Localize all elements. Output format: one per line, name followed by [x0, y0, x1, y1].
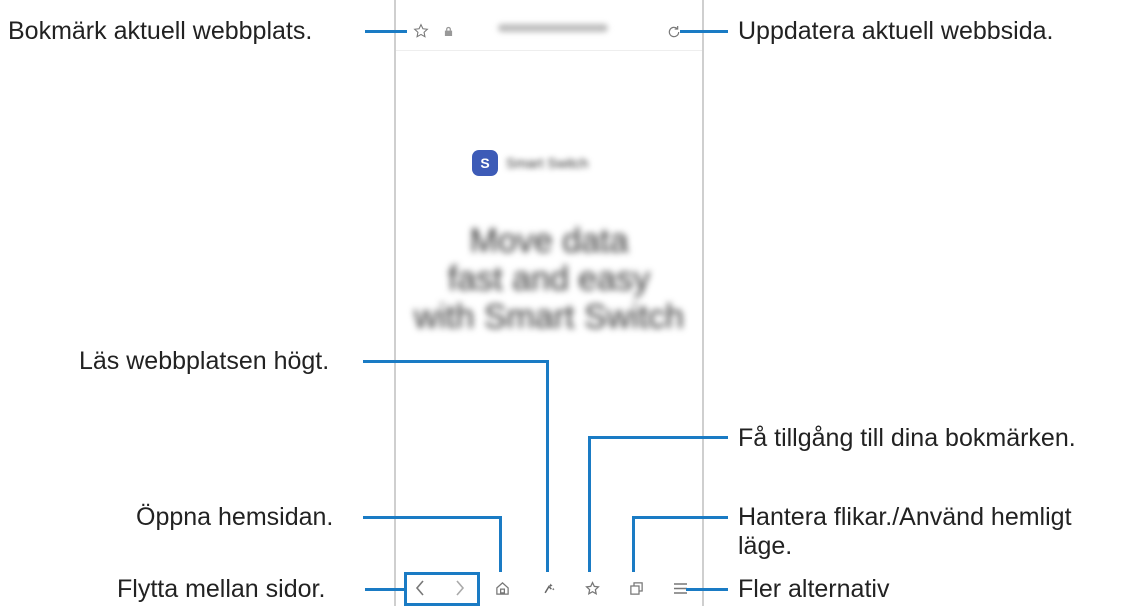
lock-icon — [442, 24, 454, 38]
app-name: Smart Switch — [506, 155, 589, 171]
callout-home: Öppna hemsidan. — [136, 503, 334, 531]
callout-tabs-line-2: läge. — [738, 532, 793, 560]
bookmark-add-star-icon[interactable] — [412, 22, 430, 40]
connector-read-aloud-v — [546, 360, 549, 572]
read-aloud-icon[interactable] — [539, 578, 559, 598]
tabs-icon[interactable] — [626, 578, 646, 598]
connector-tabs-h — [632, 516, 728, 519]
bookmarks-star-icon[interactable] — [582, 578, 602, 598]
headline-line-1: Move data — [469, 222, 629, 260]
connector-read-aloud-h — [363, 360, 549, 363]
connector-bookmarks-h — [588, 436, 728, 439]
app-brand: S Smart Switch — [472, 150, 588, 176]
connector-more-options — [686, 588, 728, 591]
callout-read-aloud: Läs webbplatsen högt. — [79, 347, 330, 375]
headline-line-2: fast and easy — [447, 260, 651, 298]
callout-more-options: Fler alternativ — [738, 575, 890, 603]
connector-navigate — [365, 588, 405, 591]
headline-line-3: with Smart Switch — [413, 298, 685, 336]
callout-refresh-page: Uppdatera aktuell webbsida. — [738, 17, 1054, 45]
callout-tabs-line-1: Hantera flikar./Använd hemligt — [738, 503, 1072, 531]
connector-home-v — [499, 516, 502, 572]
connector-bookmarks-v — [588, 436, 591, 572]
connector-refresh — [680, 30, 728, 33]
callout-bookmarks: Få tillgång till dina bokmärken. — [738, 424, 1076, 452]
connector-tabs-v — [632, 516, 635, 572]
navigation-highlight — [404, 572, 480, 606]
smart-switch-logo-icon: S — [472, 150, 498, 176]
callout-bookmark-site: Bokmärk aktuell webbplats. — [8, 17, 313, 45]
connector-home-h — [363, 516, 502, 519]
connector-bookmark-site — [365, 30, 407, 33]
headline: Move data fast and easy with Smart Switc… — [396, 222, 702, 336]
callout-navigate: Flytta mellan sidor. — [117, 575, 326, 603]
url-text[interactable] — [498, 24, 608, 32]
home-icon[interactable] — [492, 578, 512, 598]
